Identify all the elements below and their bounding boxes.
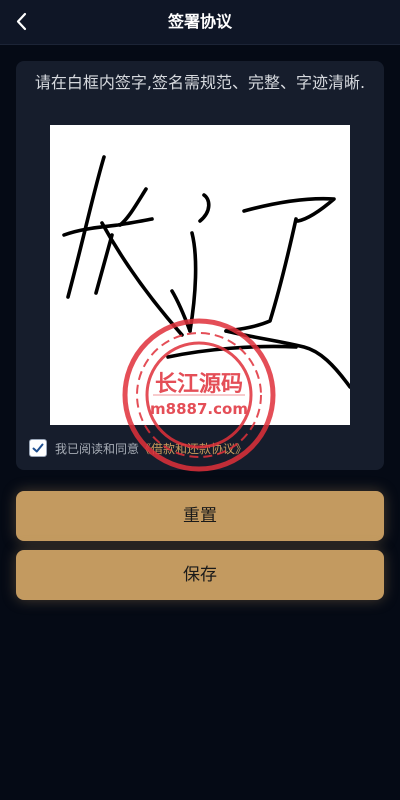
signature-canvas[interactable] <box>50 125 350 425</box>
save-button[interactable]: 保存 <box>16 550 384 600</box>
signature-instructions: 请在白框内签字,签名需规范、完整、字迹清晰. <box>34 73 366 92</box>
signature-card: 请在白框内签字,签名需规范、完整、字迹清晰. 我已阅读和同意 《借款和还款协议》… <box>16 61 384 472</box>
checkmark-icon <box>32 443 44 453</box>
navbar: 签署协议 <box>0 0 400 45</box>
agreement-row: 我已阅读和同意 《借款和还款协议》 <box>29 436 247 460</box>
agreement-link[interactable]: 《借款和还款协议》 <box>139 440 247 457</box>
agreement-checkbox[interactable] <box>29 439 47 457</box>
reset-button[interactable]: 重置 <box>16 491 384 541</box>
agreement-text: 我已阅读和同意 <box>55 441 140 456</box>
page-title: 签署协议 <box>167 12 232 31</box>
signature-drawing <box>62 155 350 389</box>
